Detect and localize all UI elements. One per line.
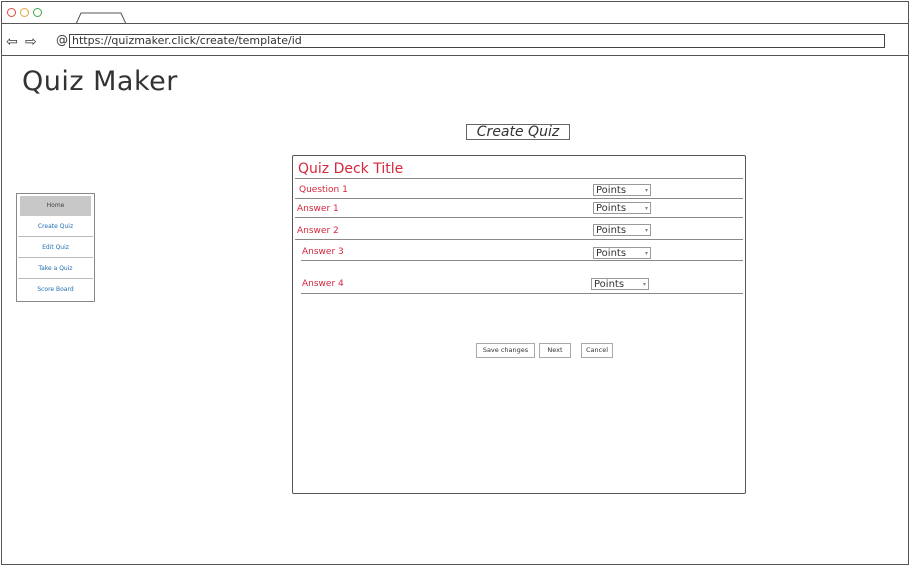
answer-1-points-select[interactable]: Points ▾ [593, 202, 651, 214]
browser-navbar: ⇦ ⇨ @ https://quizmaker.click/create/tem… [1, 29, 909, 56]
divider [295, 239, 743, 240]
sidebar-item-score-board[interactable]: Score Board [18, 280, 93, 300]
app-title: Quiz Maker [22, 66, 178, 97]
address-bar[interactable]: https://quizmaker.click/create/template/… [69, 34, 885, 48]
maximize-window-icon[interactable] [33, 8, 42, 17]
sidebar-item-take-a-quiz[interactable]: Take a Quiz [18, 259, 93, 279]
chevron-down-icon: ▾ [642, 281, 646, 288]
browser-titlebar [1, 1, 909, 25]
minimize-window-icon[interactable] [20, 8, 29, 17]
points-value: Points [596, 185, 627, 196]
back-arrow-icon[interactable]: ⇦ [6, 35, 18, 49]
next-button[interactable]: Next [539, 343, 571, 358]
answer-4-points-select[interactable]: Points ▾ [591, 278, 649, 290]
chevron-down-icon: ▾ [644, 250, 648, 257]
divider [295, 217, 743, 218]
points-value: Points [596, 225, 627, 236]
divider [295, 178, 743, 179]
answer-2-points-select[interactable]: Points ▾ [593, 224, 651, 236]
question-1-points-select[interactable]: Points ▾ [593, 184, 651, 196]
quiz-editor-panel: Quiz Deck Title Question 1 Points ▾ Answe… [292, 155, 746, 494]
close-window-icon[interactable] [7, 8, 16, 17]
forward-arrow-icon[interactable]: ⇨ [25, 35, 37, 49]
divider [301, 293, 743, 294]
answer-4-label[interactable]: Answer 4 [302, 279, 344, 289]
chevron-down-icon: ▾ [644, 187, 648, 194]
sidebar-item-home[interactable]: Home [20, 196, 91, 216]
divider [301, 260, 743, 261]
answer-1-label[interactable]: Answer 1 [297, 204, 339, 214]
save-changes-button[interactable]: Save changes [476, 343, 535, 358]
points-value: Points [596, 248, 627, 259]
points-value: Points [594, 279, 625, 290]
sidebar-item-edit-quiz[interactable]: Edit Quiz [18, 238, 93, 258]
answer-3-points-select[interactable]: Points ▾ [593, 247, 651, 259]
question-1-label[interactable]: Question 1 [299, 185, 348, 195]
sidebar-item-create-quiz[interactable]: Create Quiz [18, 217, 93, 237]
divider [295, 198, 743, 199]
sidebar-nav: Home Create Quiz Edit Quiz Take a Quiz S… [16, 193, 95, 302]
chevron-down-icon: ▾ [644, 205, 648, 212]
answer-3-label[interactable]: Answer 3 [302, 247, 344, 257]
cancel-button[interactable]: Cancel [581, 343, 613, 358]
page-title: Create Quiz [466, 124, 570, 140]
browser-tab[interactable] [75, 12, 127, 25]
points-value: Points [596, 203, 627, 214]
deck-title-input[interactable]: Quiz Deck Title [298, 161, 403, 177]
answer-2-label[interactable]: Answer 2 [297, 226, 339, 236]
chevron-down-icon: ▾ [644, 227, 648, 234]
site-info-icon: @ [56, 33, 68, 47]
